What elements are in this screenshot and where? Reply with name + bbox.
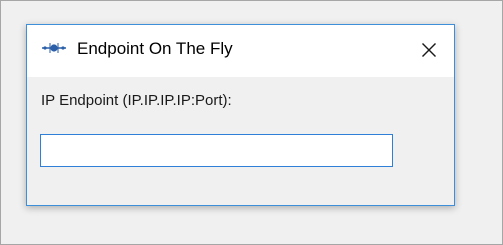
ip-endpoint-label: IP Endpoint (IP.IP.IP.IP:Port): — [41, 92, 232, 109]
close-button[interactable] — [414, 35, 444, 65]
screen: Endpoint On The Fly IP Endpoint (IP.IP.I… — [0, 0, 503, 245]
title-bar[interactable]: Endpoint On The Fly — [27, 25, 454, 77]
dialog-body: IP Endpoint (IP.IP.IP.IP:Port): — [27, 77, 454, 205]
ip-endpoint-input[interactable] — [40, 134, 393, 167]
endpoint-dialog: Endpoint On The Fly IP Endpoint (IP.IP.I… — [26, 24, 455, 206]
dialog-title: Endpoint On The Fly — [77, 39, 233, 58]
close-icon — [422, 43, 436, 57]
network-hub-icon — [42, 43, 66, 53]
